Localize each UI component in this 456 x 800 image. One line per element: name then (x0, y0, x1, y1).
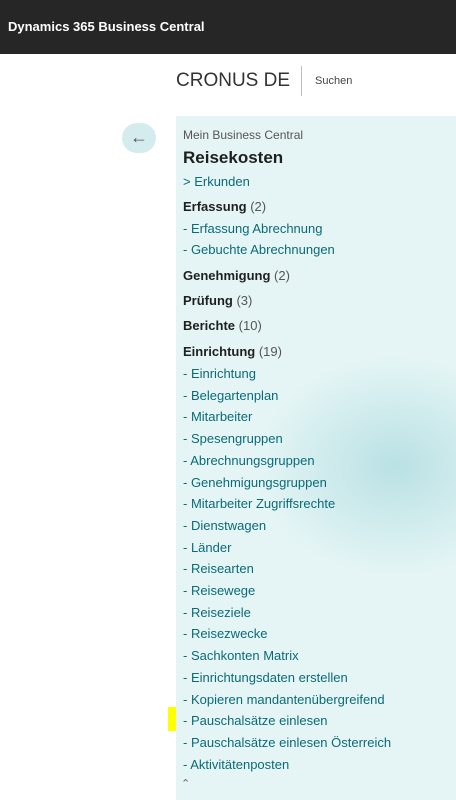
nav-link-pauschalsaetze-einlesen[interactable]: - Pauschalsätze einlesen (183, 713, 328, 728)
company-name[interactable]: CRONUS DE (176, 70, 290, 92)
section-label: Erfassung (183, 199, 247, 214)
section-label: Prüfung (183, 293, 233, 308)
nav-link-mitarbeiter-zugriffsrechte[interactable]: - Mitarbeiter Zugriffsrechte (183, 496, 335, 511)
nav-link-genehmigungsgruppen[interactable]: - Genehmigungsgruppen (183, 475, 327, 490)
nav-link-aktivitaetenposten[interactable]: - Aktivitätenposten (183, 757, 289, 772)
section-count: (2) (274, 268, 290, 283)
explore-link[interactable]: > Erkunden (183, 174, 250, 189)
nav-link-dienstwagen[interactable]: - Dienstwagen (183, 518, 266, 533)
navigation-panel: Mein Business Central Reisekosten > Erku… (176, 116, 456, 800)
section-label: Berichte (183, 318, 236, 333)
search-button[interactable]: Suchen (315, 75, 352, 87)
nav-link-sachkonten-matrix[interactable]: - Sachkonten Matrix (183, 648, 299, 663)
section-genehmigung[interactable]: Genehmigung (2) (183, 268, 290, 283)
nav-link-gebuchte-abrechnungen[interactable]: - Gebuchte Abrechnungen (183, 242, 335, 257)
section-pruefung[interactable]: Prüfung (3) (183, 293, 252, 308)
section-erfassung[interactable]: Erfassung (2) (183, 199, 266, 214)
section-label: Einrichtung (183, 344, 256, 359)
nav-link-erfassung-abrechnung[interactable]: - Erfassung Abrechnung (183, 221, 322, 236)
page-title: Reisekosten (183, 148, 284, 167)
top-bar: Dynamics 365 Business Central (0, 0, 456, 54)
nav-link-reiseziele[interactable]: - Reiseziele (183, 605, 251, 620)
section-einrichtung[interactable]: Einrichtung (19) (183, 344, 282, 359)
arrow-left-icon: ← (130, 127, 148, 147)
nav-link-kopieren-mandantenuebergreifend[interactable]: - Kopieren mandantenübergreifend (183, 692, 385, 707)
nav-link-belegartenplan[interactable]: - Belegartenplan (183, 388, 278, 403)
collapse-icon[interactable]: ⌃ (181, 777, 190, 790)
nav-link-spesengruppen[interactable]: - Spesengruppen (183, 431, 283, 446)
nav-link-reisearten[interactable]: - Reisearten (183, 561, 254, 576)
breadcrumb[interactable]: Mein Business Central (183, 128, 303, 142)
section-count: (3) (236, 293, 253, 308)
back-button[interactable]: ← (122, 123, 156, 153)
divider (301, 66, 302, 96)
nav-link-abrechnungsgruppen[interactable]: - Abrechnungsgruppen (183, 453, 315, 468)
section-count: (2) (250, 199, 267, 214)
app-title[interactable]: Dynamics 365 Business Central (8, 19, 205, 34)
nav-link-reisezwecke[interactable]: - Reisezwecke (183, 626, 268, 641)
nav-link-laender[interactable]: - Länder (183, 540, 231, 555)
nav-link-einrichtung[interactable]: - Einrichtung (183, 366, 256, 381)
section-berichte[interactable]: Berichte (10) (183, 318, 262, 333)
company-bar: CRONUS DE Suchen (0, 62, 456, 102)
section-label: Genehmigung (183, 268, 271, 283)
nav-link-mitarbeiter[interactable]: - Mitarbeiter (183, 409, 252, 424)
nav-link-reisewege[interactable]: - Reisewege (183, 583, 255, 598)
section-count: (19) (258, 344, 282, 359)
nav-link-einrichtungsdaten-erstellen[interactable]: - Einrichtungsdaten erstellen (183, 670, 348, 685)
section-count: (10) (238, 318, 262, 333)
nav-link-pauschalsaetze-einlesen-oesterreich[interactable]: - Pauschalsätze einlesen Österreich (183, 735, 391, 750)
